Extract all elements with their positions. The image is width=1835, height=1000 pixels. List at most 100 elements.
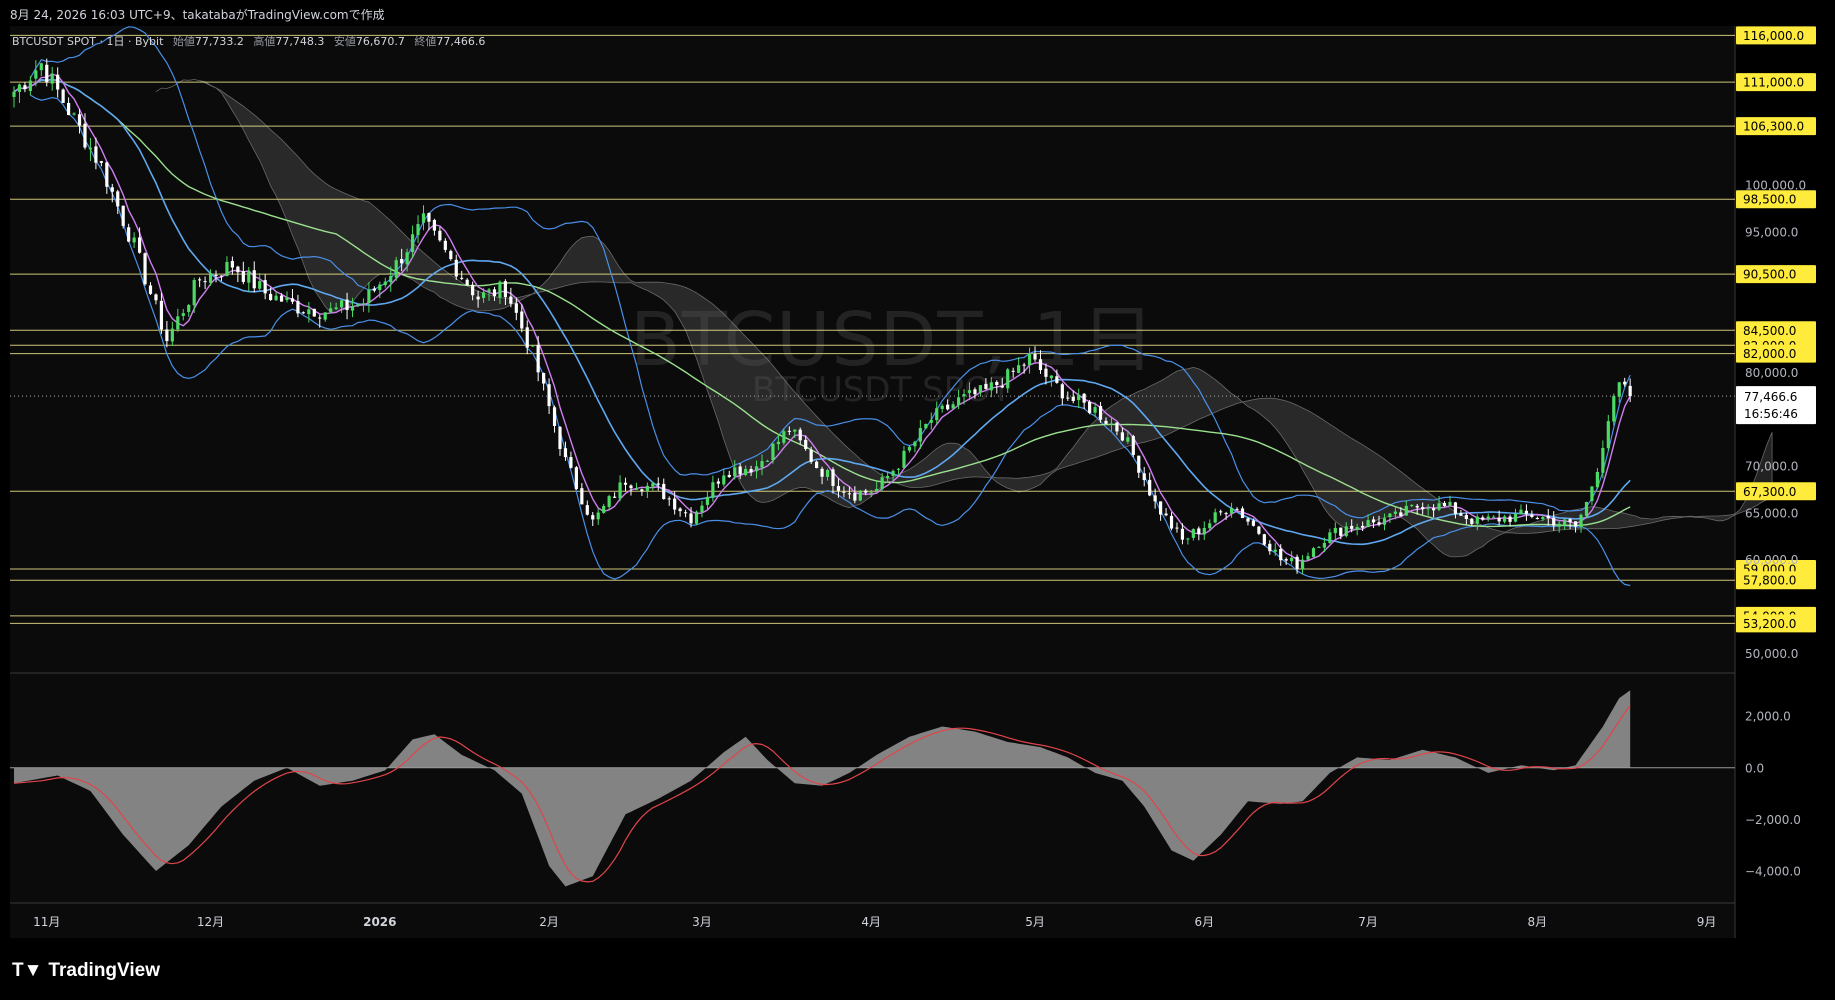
candle-body [1153, 495, 1157, 502]
candle-body [416, 224, 420, 236]
candle-body [427, 213, 431, 222]
candle-body [12, 91, 16, 97]
candle-body [858, 491, 862, 501]
candle-body [1486, 516, 1490, 519]
price-chart[interactable]: 2,000.0 0.0 −2,000.0 −4,000.0 116,000.0 111,… [0, 0, 1835, 1000]
candle-body [1432, 508, 1436, 511]
candle-body [946, 404, 950, 410]
candle-body [591, 515, 595, 520]
candle-body [1159, 501, 1163, 515]
candle-body [1208, 523, 1212, 529]
candle-body [760, 461, 764, 468]
candle-body [1049, 375, 1053, 379]
candle-body [1404, 505, 1408, 516]
candle-body [1568, 519, 1572, 523]
candle-body [618, 482, 622, 499]
candle-body [378, 284, 382, 291]
candle-body [61, 89, 65, 103]
ichimoku-cloud-area [155, 79, 1773, 558]
candle-body [1350, 525, 1354, 529]
candle-body [804, 439, 808, 449]
candle-body [1459, 513, 1463, 516]
candle-body [1306, 556, 1310, 560]
candle-body [798, 429, 802, 441]
candle-body [1235, 509, 1239, 511]
price-tick-4: 65,000.0 [1745, 506, 1798, 520]
candle-body [1038, 359, 1043, 371]
time-tick-3: 2月 [539, 915, 559, 929]
candle-body [683, 512, 688, 514]
candle-body [694, 511, 699, 524]
candle-body [1366, 520, 1370, 528]
candle-body [815, 461, 819, 469]
candle-body [400, 259, 404, 264]
candle-body [503, 281, 507, 298]
candle-body [105, 162, 109, 187]
tradingview-logo[interactable]: T▼ TradingView [12, 960, 160, 982]
candle-body [1279, 548, 1283, 561]
candle-body [356, 303, 360, 306]
candle-body [1295, 556, 1299, 570]
candle-body [198, 279, 202, 281]
candle-body [825, 469, 830, 477]
candle-body [170, 328, 174, 342]
candle-body [1410, 505, 1414, 507]
candle-body [361, 303, 366, 305]
candle-body [1311, 548, 1316, 557]
candle-body [230, 260, 234, 268]
candle-body [1093, 407, 1097, 413]
candle-body [279, 295, 284, 302]
candle-body [782, 431, 786, 443]
level-tag-label-8: 67,300.0 [1743, 485, 1796, 499]
candle-body [39, 63, 43, 71]
candle-body [886, 475, 890, 479]
candle-body [929, 419, 933, 423]
macd-tick-3: −4,000.0 [1745, 865, 1801, 879]
candle-body [1584, 501, 1589, 516]
legend-open: 77,733.2 [194, 35, 244, 48]
candle-body [318, 317, 322, 319]
candle-body [585, 505, 589, 515]
candle-body [771, 443, 775, 460]
price-tick-5: 60,000.0 [1745, 553, 1798, 567]
candle-body [383, 281, 387, 286]
candle-body [1371, 519, 1376, 523]
candle-body [1595, 471, 1599, 488]
candle-body [864, 490, 868, 493]
candle-body [1541, 516, 1545, 520]
candle-body [219, 275, 224, 277]
candle-body [263, 280, 267, 294]
macd-tick-0: 2,000.0 [1745, 710, 1791, 724]
candle-body [176, 316, 180, 330]
legend-low: 76,670.7 [355, 35, 405, 48]
time-tick-4: 3月 [692, 915, 712, 929]
candle-body [935, 408, 939, 421]
level-tag-label-5: 84,500.0 [1743, 324, 1796, 338]
candle-body [1104, 420, 1108, 424]
candle-body [312, 308, 316, 317]
macd-pane: 2,000.0 0.0 −2,000.0 −4,000.0 [10, 690, 1801, 887]
candle-body [776, 441, 780, 445]
level-tag-label-0: 116,000.0 [1743, 29, 1804, 43]
candle-body [1131, 436, 1135, 455]
candle-body [148, 285, 153, 294]
series-legend: BTCUSDT SPOT · 1日 · Bybit 始値77,733.2 高値7… [12, 33, 485, 49]
candle-body [1508, 516, 1512, 522]
candle-body [274, 295, 278, 301]
price-tick-3: 70,000.0 [1745, 460, 1798, 474]
candle-body [367, 289, 371, 304]
candle-body [1601, 447, 1605, 473]
candle-body [1513, 513, 1518, 522]
candle-body [1617, 382, 1621, 397]
candle-body [465, 279, 469, 286]
candle-body [645, 485, 649, 492]
level-tag-label-10: 57,800.0 [1743, 574, 1796, 588]
candle-body [154, 294, 158, 301]
candle-body [1109, 423, 1114, 425]
candle-body [1033, 354, 1037, 360]
candle-body [487, 289, 491, 292]
candle-body [967, 390, 972, 394]
candle-body [951, 404, 955, 409]
candle-body [50, 73, 54, 84]
candle-body [962, 394, 966, 397]
